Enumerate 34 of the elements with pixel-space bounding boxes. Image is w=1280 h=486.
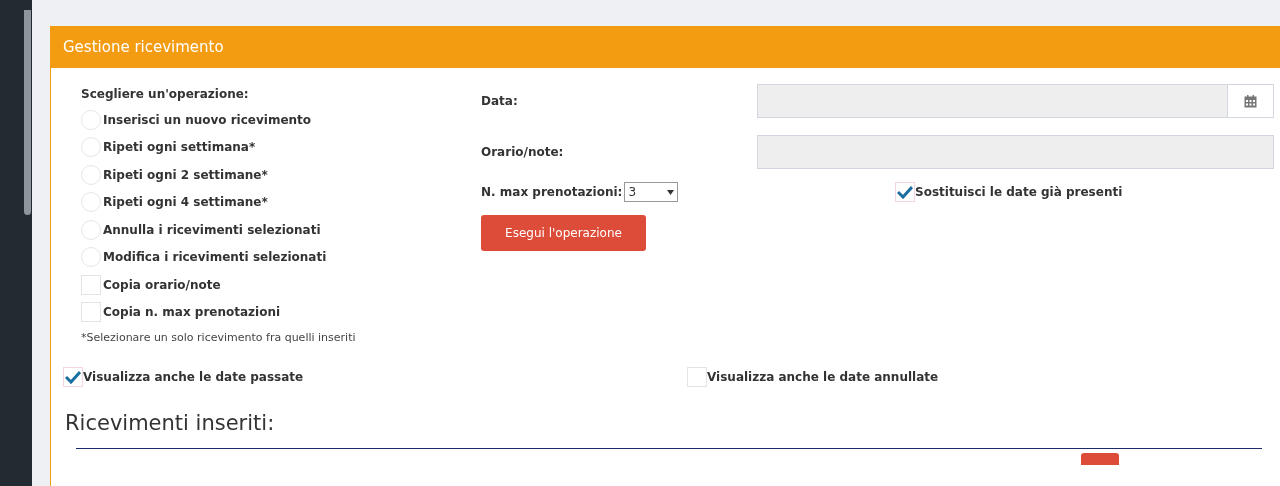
field-label: Data: bbox=[481, 93, 519, 110]
option-label: Annulla i ricevimenti selezionati bbox=[103, 221, 321, 239]
footnote: *Selezionare un solo ricevimento fra quelli inseriti bbox=[81, 330, 357, 346]
section-heading: Ricevimenti inseriti: bbox=[64, 410, 276, 437]
checkbox[interactable] bbox=[687, 367, 707, 387]
checkbox-label: Sostituisci le date già presenti bbox=[915, 184, 1123, 201]
calendar-icon bbox=[1244, 94, 1257, 108]
submit-button[interactable]: Esegui l'operazione bbox=[481, 215, 646, 251]
option-label: Ripeti ogni 2 settimane* bbox=[103, 166, 268, 184]
checkmark-icon bbox=[897, 185, 913, 199]
panel-title: Gestione ricevimento bbox=[63, 36, 224, 58]
field-label: N. max prenotazioni: bbox=[481, 184, 623, 201]
action-button[interactable] bbox=[1081, 453, 1119, 465]
section-label: Scegliere un'operazione: bbox=[81, 86, 250, 103]
max-bookings-select[interactable]: 3 bbox=[624, 182, 679, 202]
calendar-button[interactable] bbox=[1227, 85, 1273, 117]
checkbox-label: Visualizza anche le date annullate bbox=[707, 369, 939, 386]
checkbox-label: Visualizza anche le date passate bbox=[83, 369, 304, 386]
caret-icon bbox=[667, 189, 675, 195]
option-label: Ripeti ogni settimana* bbox=[103, 139, 256, 157]
notes-field[interactable] bbox=[757, 135, 1274, 169]
option-label: Inserisci un nuovo ricevimento bbox=[103, 111, 312, 129]
option-label: Copia n. max prenotazioni bbox=[103, 304, 281, 322]
checkbox[interactable] bbox=[81, 274, 101, 295]
option-label: Copia orario/note bbox=[103, 276, 221, 294]
date-field[interactable] bbox=[757, 84, 1274, 118]
checkmark-icon bbox=[65, 370, 81, 384]
option-label: Ripeti ogni 4 settimane* bbox=[103, 194, 268, 212]
checkbox[interactable] bbox=[81, 302, 101, 323]
checkbox[interactable] bbox=[63, 367, 83, 387]
checkbox[interactable] bbox=[895, 182, 915, 202]
option-label: Modifica i ricevimenti selezionati bbox=[103, 249, 327, 267]
scrollbar-thumb[interactable] bbox=[24, 10, 31, 215]
field-label: Orario/note: bbox=[481, 144, 565, 161]
